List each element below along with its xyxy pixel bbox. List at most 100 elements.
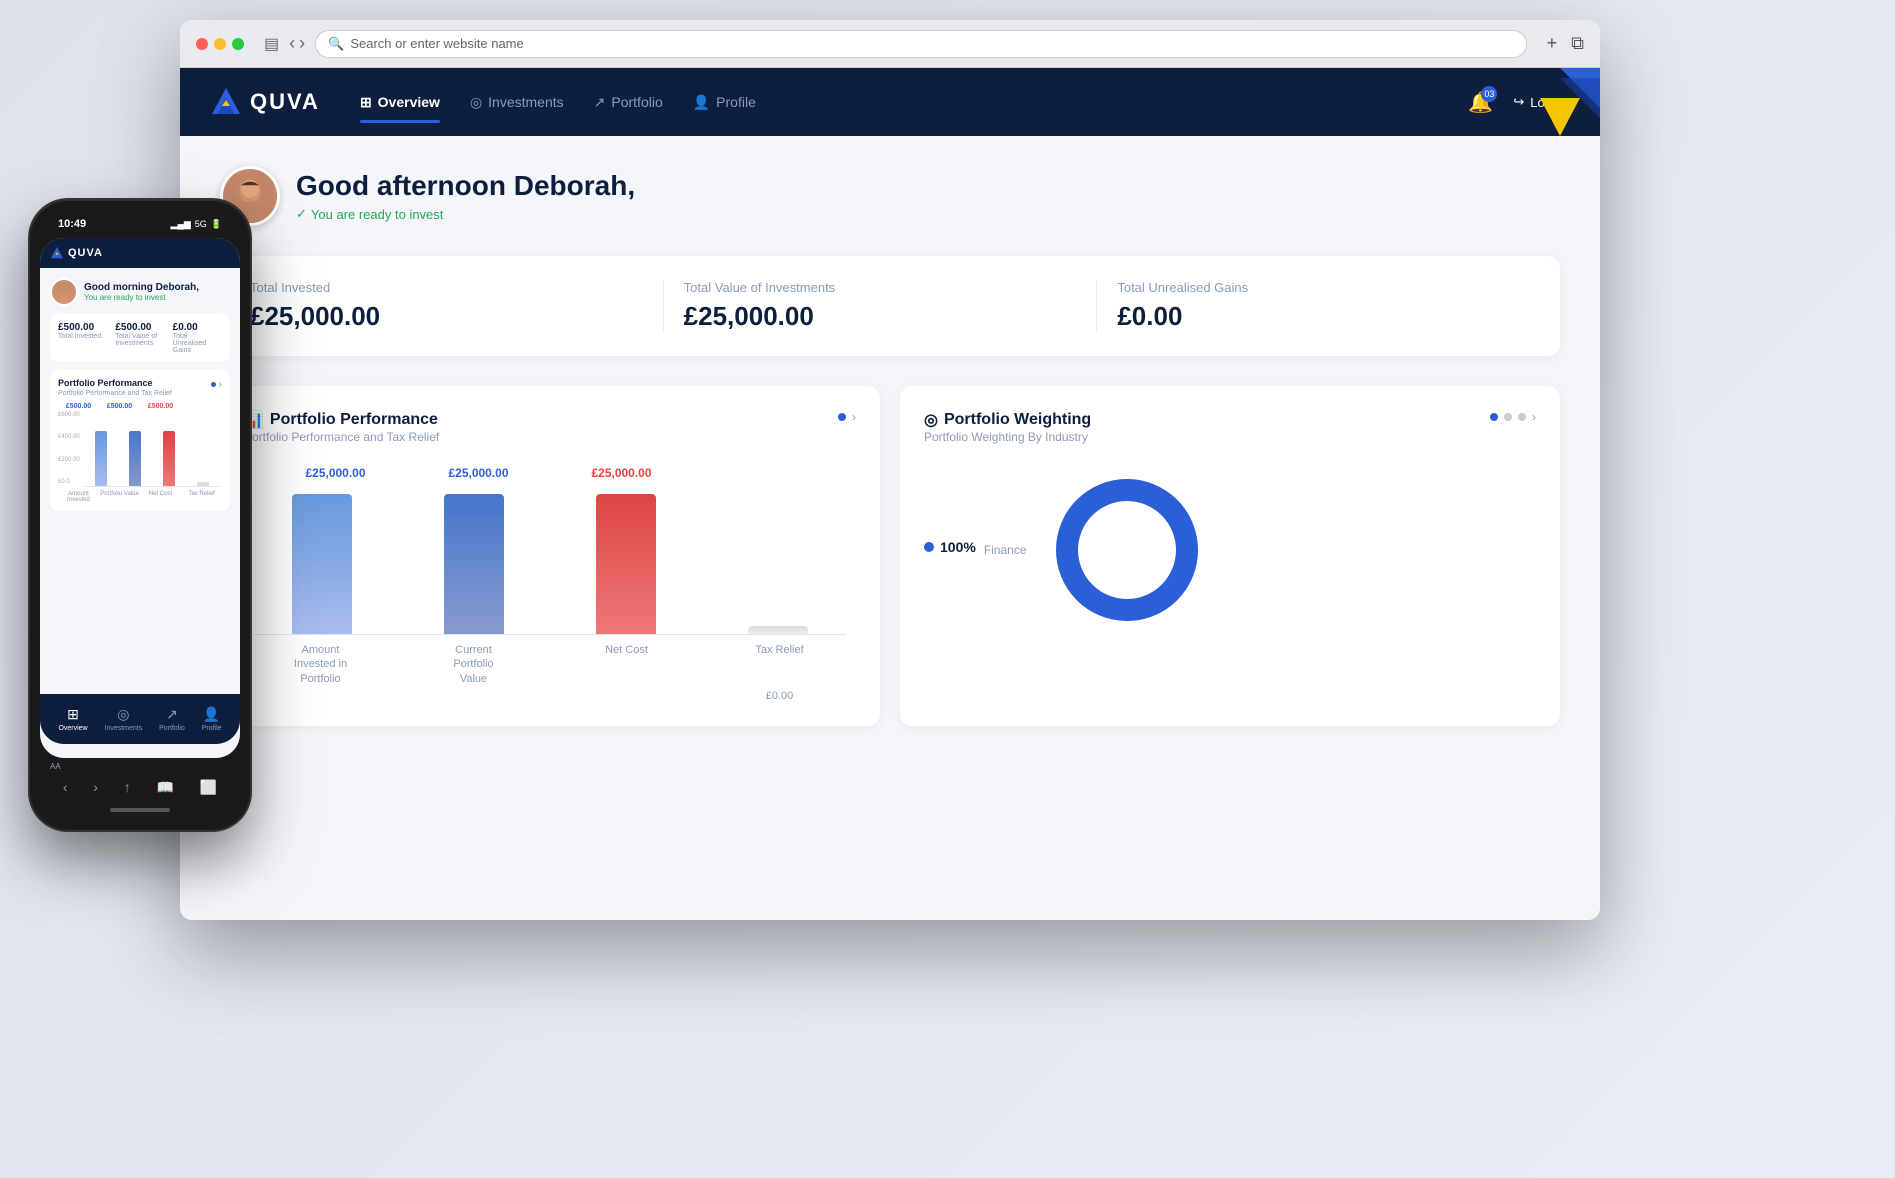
- nav-profile-label: Profile: [716, 94, 756, 110]
- wdot-3[interactable]: [1518, 413, 1526, 421]
- nav-portfolio[interactable]: ↗ Portfolio: [594, 86, 663, 119]
- wdot-1[interactable]: [1490, 413, 1498, 421]
- phone-stat-value-val: £500.00: [115, 322, 164, 333]
- stat-total-invested-label: Total Invested: [250, 280, 643, 295]
- nav-overview[interactable]: ⊞ Overview: [360, 86, 440, 119]
- next-chart-button[interactable]: ›: [852, 410, 856, 424]
- new-tab-button[interactable]: +: [1547, 33, 1558, 54]
- nav-arrows: ‹ ›: [289, 33, 305, 54]
- sidebar-toggle-icon[interactable]: ▤: [264, 34, 279, 54]
- donut-legend-wrap: 100% Finance: [924, 539, 1027, 561]
- phone-logo-text: QUVA: [68, 247, 103, 259]
- phone-nav-investments[interactable]: ◎ Investments: [105, 706, 143, 732]
- browser-window: ▤ ‹ › 🔍 Search or enter website name + ⧉…: [180, 20, 1600, 920]
- phone-blabel-2: Portfolio Value: [99, 491, 140, 503]
- browser-chrome: ▤ ‹ › 🔍 Search or enter website name + ⧉: [180, 20, 1600, 68]
- stat-total-value-value: £25,000.00: [684, 301, 1077, 332]
- safari-share[interactable]: ↑: [124, 779, 131, 796]
- phone-home-bar: [40, 800, 240, 820]
- nav-profile[interactable]: 👤 Profile: [693, 86, 756, 119]
- wdot-2[interactable]: [1504, 413, 1512, 421]
- portfolio-icon: ↗: [594, 94, 606, 111]
- portfolio-weighting-card: ◎ Portfolio Weighting Portfolio Weightin…: [900, 386, 1560, 726]
- ready-text: You are ready to invest: [311, 207, 444, 222]
- nav-portfolio-label: Portfolio: [611, 94, 662, 110]
- chart-weighting-nav: ›: [1490, 410, 1536, 424]
- address-bar[interactable]: 🔍 Search or enter website name: [315, 30, 1527, 58]
- phone-safari-bar: AA: [40, 758, 240, 775]
- logo[interactable]: QUVA: [210, 86, 320, 118]
- phone-chart-title: Portfolio Performance: [58, 378, 153, 388]
- phone-nav-portfolio[interactable]: ↗ Portfolio: [159, 706, 185, 732]
- nav-items: ⊞ Overview ◎ Investments ↗ Portfolio 👤 P…: [360, 86, 1468, 119]
- font-size-toggle[interactable]: AA: [50, 762, 61, 771]
- safari-back[interactable]: ‹: [63, 779, 68, 796]
- close-button[interactable]: [196, 38, 208, 50]
- phone-portfolio-icon: ↗: [166, 706, 178, 723]
- logo-text: QUVA: [250, 89, 320, 115]
- phone-app-nav: QUVA: [40, 238, 240, 268]
- search-icon: 🔍: [328, 36, 344, 52]
- nav-investments[interactable]: ◎ Investments: [470, 86, 564, 119]
- phone-greeting: Good morning Deborah, You are ready to i…: [50, 278, 230, 306]
- home-indicator[interactable]: [110, 808, 170, 812]
- phone-profile-icon: 👤: [203, 706, 220, 723]
- fullscreen-button[interactable]: [232, 38, 244, 50]
- phone-bv-1: £500.00: [58, 403, 99, 410]
- bar-4-value: [693, 466, 836, 480]
- phone-nav-portfolio-label: Portfolio: [159, 725, 185, 732]
- notification-badge: 03: [1481, 86, 1497, 102]
- phone-nav-profile[interactable]: 👤 Profile: [202, 706, 222, 732]
- notifications-button[interactable]: 🔔 03: [1468, 90, 1493, 115]
- bar-label-4: Tax Relief: [703, 643, 856, 686]
- bar-values-row: £25,000.00 £25,000.00 £25,000.00: [244, 466, 856, 480]
- logo-icon: [210, 86, 242, 118]
- charts-row: 📊 Portfolio Performance Portfolio Perfor…: [220, 386, 1560, 726]
- investments-icon: ◎: [470, 94, 482, 111]
- tab-overview-button[interactable]: ⧉: [1571, 33, 1584, 54]
- app-navbar: QUVA ⊞ Overview ◎ Investments ↗ Portfoli…: [180, 68, 1600, 136]
- battery-icon: 🔋: [211, 219, 222, 230]
- phone-device: 10:49 ▂▄▆ 5G 🔋 QUVA: [30, 200, 250, 830]
- forward-button[interactable]: ›: [299, 33, 305, 54]
- dot-1[interactable]: [838, 413, 846, 421]
- phone-safari-controls: ‹ › ↑ 📖 ⬜: [40, 775, 240, 800]
- phone-content: Good morning Deborah, You are ready to i…: [40, 268, 240, 694]
- phone-bv-4: [181, 403, 222, 410]
- bar-group-2: [406, 494, 542, 634]
- safari-forward[interactable]: ›: [93, 779, 98, 796]
- browser-actions: + ⧉: [1547, 33, 1584, 54]
- bar-2: [444, 494, 504, 634]
- phone-chart-next[interactable]: ›: [219, 379, 222, 390]
- phone-bar-wrap-3: [154, 431, 184, 486]
- stat-total-invested: Total Invested £25,000.00: [250, 280, 664, 332]
- safari-bookmarks[interactable]: 📖: [156, 779, 173, 796]
- phone-dynamic-island: [110, 204, 170, 224]
- minimize-button[interactable]: [214, 38, 226, 50]
- next-weighting-button[interactable]: ›: [1532, 410, 1536, 424]
- phone-bottom-nav: ⊞ Overview ◎ Investments ↗ Portfolio 👤 P…: [40, 694, 240, 744]
- phone-dot-active[interactable]: [211, 382, 216, 387]
- phone-nav-overview[interactable]: ⊞ Overview: [58, 706, 87, 732]
- phone-bv-3: £500.00: [140, 403, 181, 410]
- greeting-section: Good afternoon Deborah, ✓ You are ready …: [220, 166, 1560, 226]
- phone-ready-text: You are ready to invest: [84, 293, 199, 302]
- bar-1: [292, 494, 352, 634]
- phone-stat-gains: £0.00 Total Unrealised Gains: [173, 322, 222, 354]
- phone-bars-area: [82, 416, 222, 487]
- stat-total-value: Total Value of Investments £25,000.00: [664, 280, 1098, 332]
- phone-shell: 10:49 ▂▄▆ 5G 🔋 QUVA: [30, 200, 250, 830]
- phone-chart-nav: ›: [211, 379, 222, 390]
- back-button[interactable]: ‹: [289, 33, 295, 54]
- phone-avatar: [50, 278, 78, 306]
- bar-val-2: [397, 690, 550, 702]
- safari-tabs[interactable]: ⬜: [200, 779, 217, 796]
- x-axis: [254, 634, 846, 635]
- bar-3: [596, 494, 656, 634]
- phone-bar-wrap-2: [120, 431, 150, 486]
- portfolio-performance-title: 📊 Portfolio Performance: [244, 410, 439, 430]
- stat-total-value-label: Total Value of Investments: [684, 280, 1077, 295]
- phone-bar-wrap-4: [188, 482, 218, 486]
- legend-dot-finance: [924, 542, 934, 552]
- stat-unrealised-gains-value: £0.00: [1117, 301, 1510, 332]
